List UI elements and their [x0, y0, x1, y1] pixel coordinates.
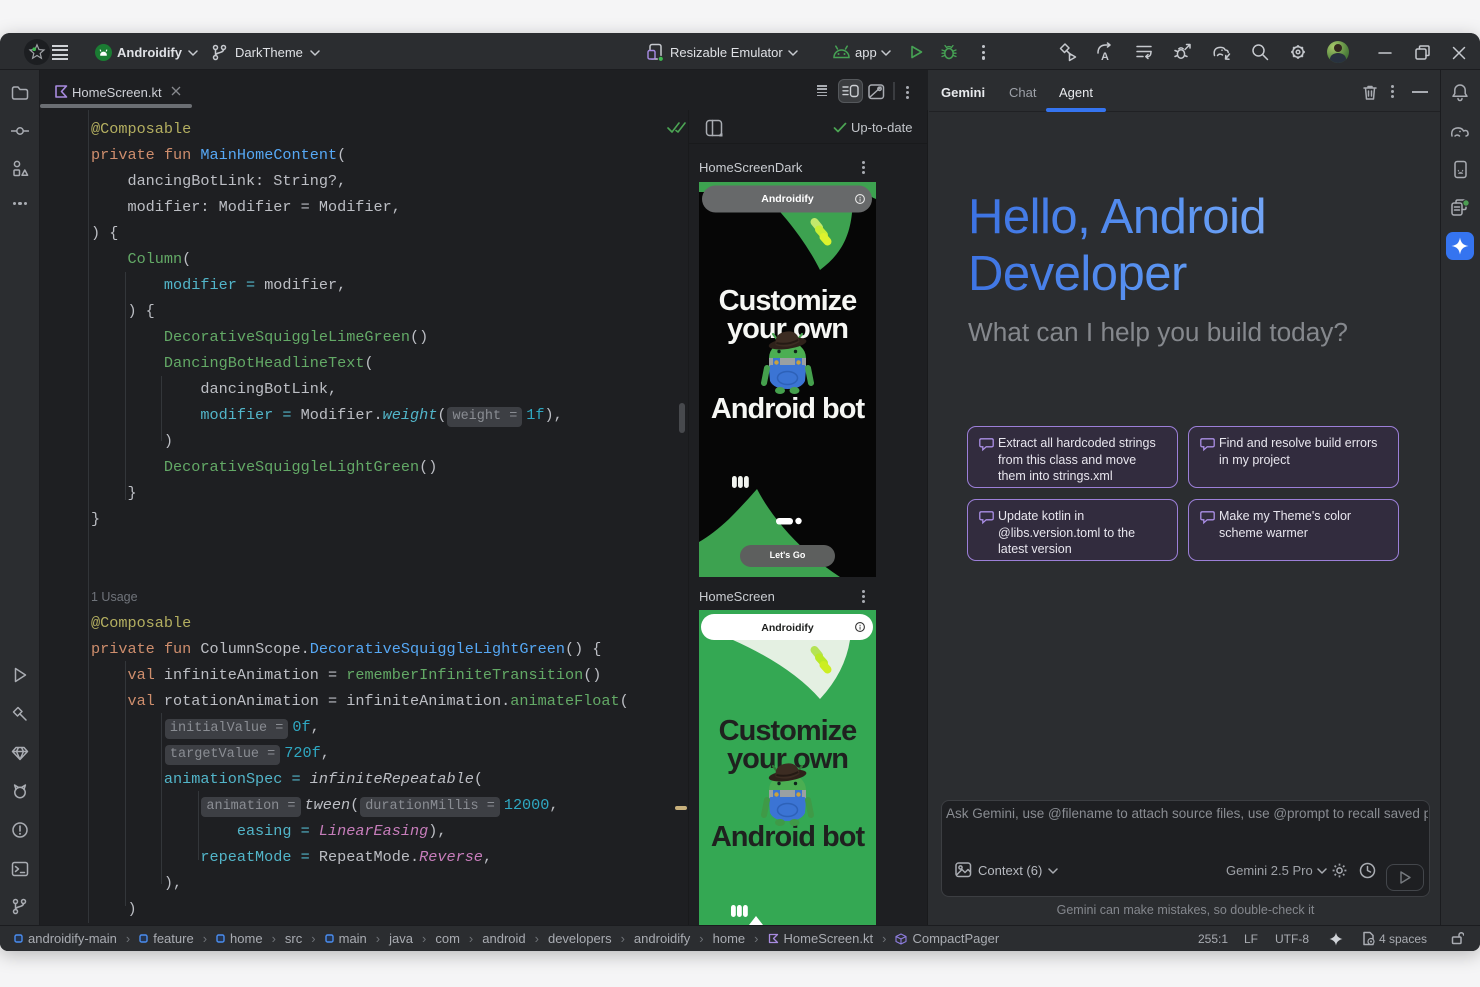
svg-text:A: A — [1101, 51, 1109, 62]
